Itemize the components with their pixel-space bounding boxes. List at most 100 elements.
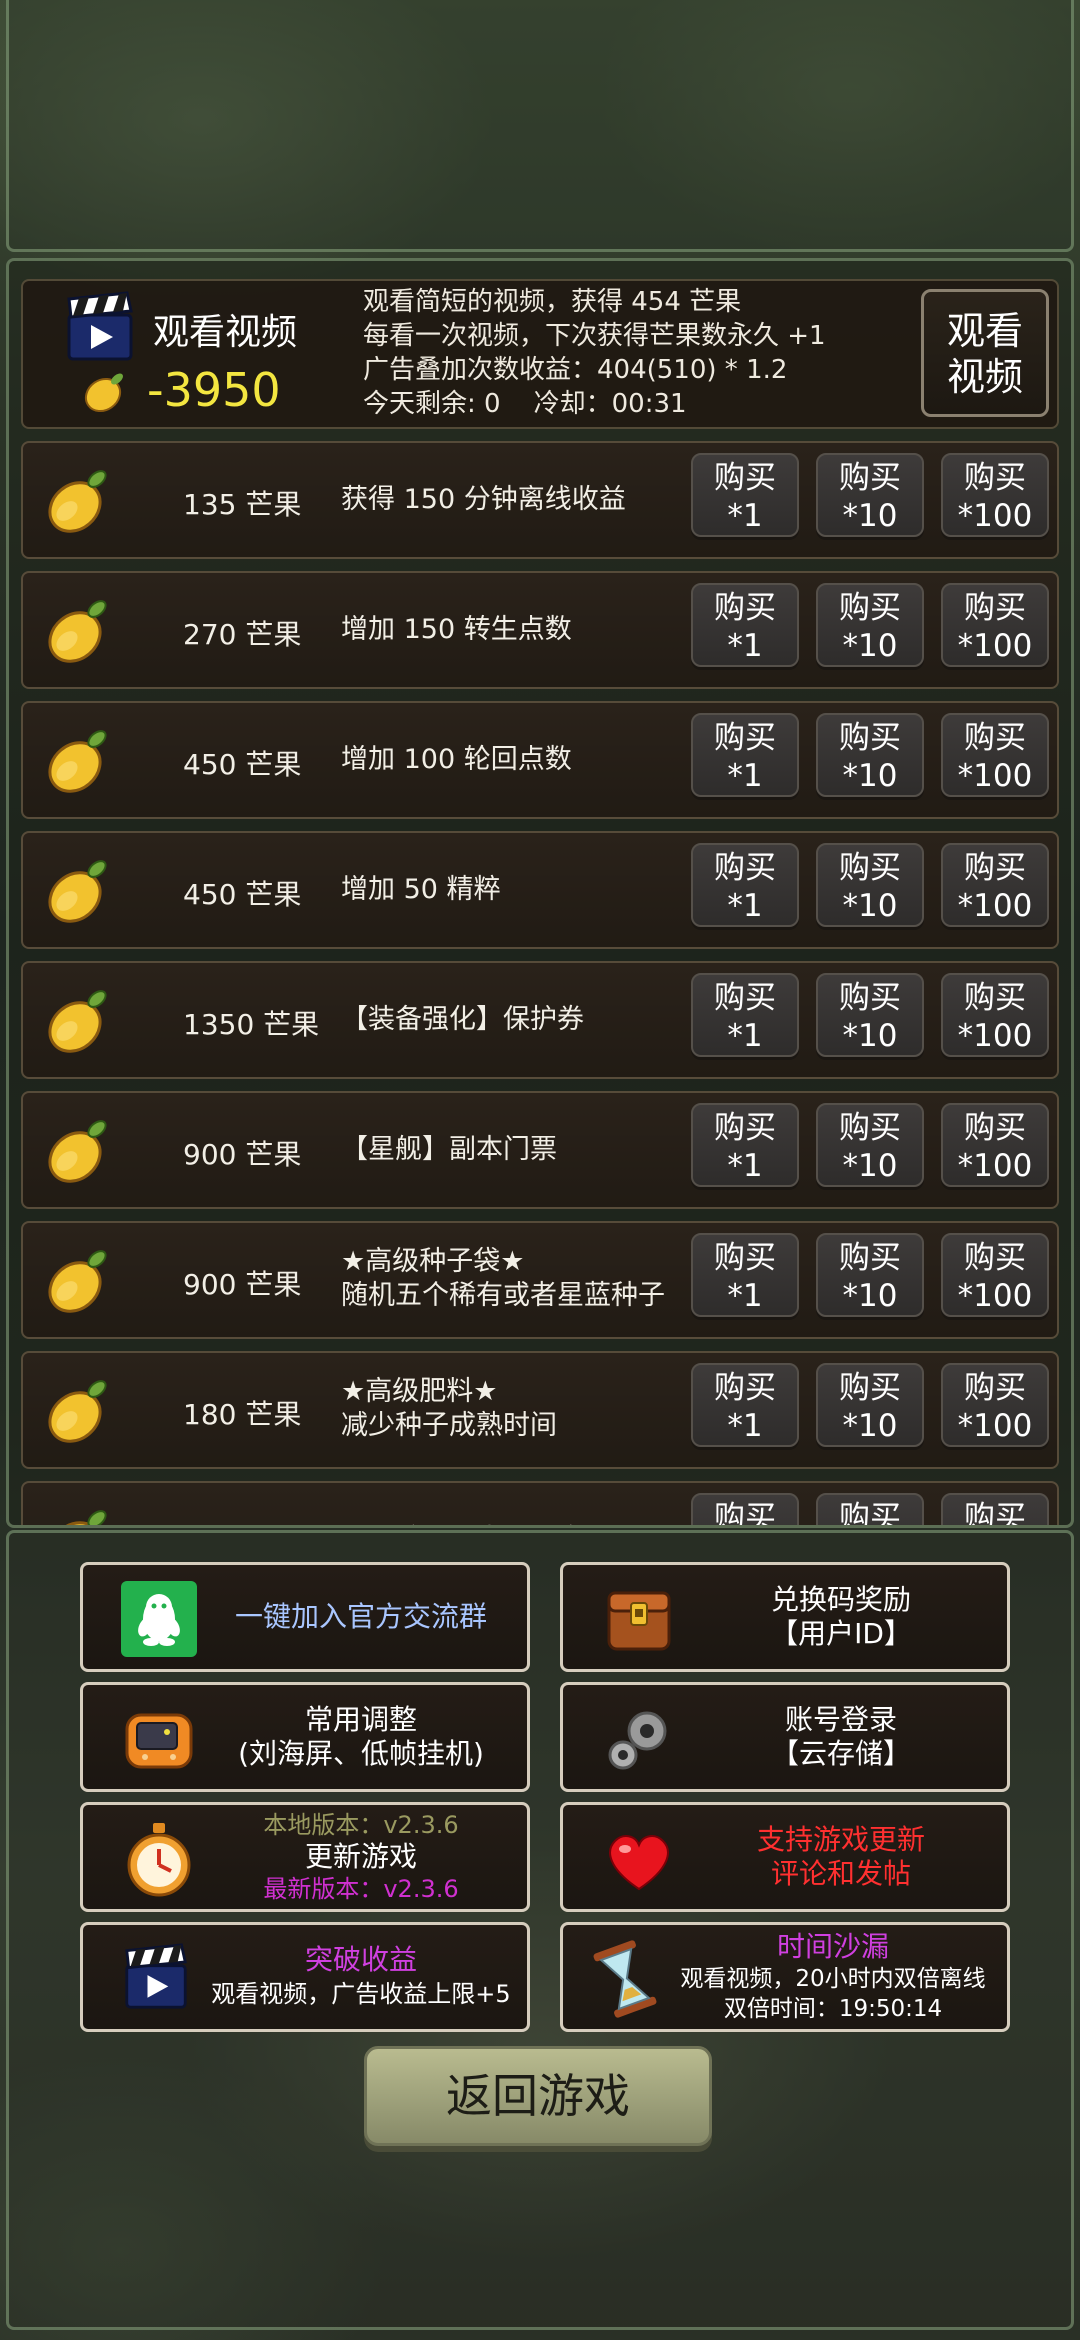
buy-label: 购买 xyxy=(714,720,776,756)
shop-item-desc-line: 随机五个稀有或者星蓝种子 xyxy=(341,1280,665,1311)
buy-quantity: *1 xyxy=(727,1018,763,1054)
buy-quantity: *1 xyxy=(727,758,763,794)
buy-x1-button[interactable]: 购买*1 xyxy=(691,1233,799,1317)
buy-x1-button[interactable]: 购买*1 xyxy=(691,1103,799,1187)
watch-video-button-line2: 视频 xyxy=(946,355,1023,399)
account-login-button[interactable]: 账号登录 【云存储】 xyxy=(560,1682,1010,1792)
breakthrough-title: 突破收益 xyxy=(304,1943,417,1976)
shop-item-desc: ★高级种子袋★ 随机五个稀有或者星蓝种子 xyxy=(341,1245,665,1313)
buy-x1-button[interactable]: 购买*1 xyxy=(691,583,799,667)
join-qq-group-text: 一键加入官方交流群 xyxy=(234,1600,487,1633)
shop-item-desc: 【经验】副本入场券 xyxy=(341,1523,584,1525)
buy-quantity: *1 xyxy=(727,888,763,924)
time-hourglass-button[interactable]: 时间沙漏 观看视频，20小时内双倍离线 双倍时间：19:50:14 xyxy=(560,1922,1010,2032)
buy-label: 购买 xyxy=(964,980,1026,1016)
buy-label: 购买 xyxy=(839,590,901,626)
buy-x10-button[interactable]: 购买*10 xyxy=(816,1103,924,1187)
buy-label: 购买 xyxy=(714,1370,776,1406)
mango-icon xyxy=(48,470,107,533)
buy-label: 购买 xyxy=(714,1240,776,1276)
buy-quantity: *10 xyxy=(842,758,898,794)
shop-item-price: 450 芒果 xyxy=(183,878,302,911)
buy-label: 购买 xyxy=(964,1110,1026,1146)
join-qq-group-button[interactable]: 一键加入官方交流群 xyxy=(80,1562,530,1672)
clapperboard-icon xyxy=(125,1943,187,2009)
buy-x100-button[interactable]: 购买*100 xyxy=(941,1493,1049,1525)
buy-label: 购买 xyxy=(714,1110,776,1146)
buy-label: 购买 xyxy=(714,980,776,1016)
shop-item-desc: 获得 150 分钟离线收益 xyxy=(341,483,626,517)
buy-x10-button[interactable]: 购买*10 xyxy=(816,843,924,927)
shop-list[interactable]: 135 芒果 获得 150 分钟离线收益 购买 *1 购买 *10 购买 *100 270 芒果… xyxy=(21,441,1059,1528)
clapperboard-icon xyxy=(67,291,133,361)
buy-x100-button[interactable]: 购买*100 xyxy=(941,713,1049,797)
shop-item-desc: 【装备强化】保护券 xyxy=(341,1003,584,1037)
buy-label: 购买 xyxy=(839,1370,901,1406)
buy-label: 购买 xyxy=(964,720,1026,756)
shop-item-desc: 增加 100 轮回点数 xyxy=(341,743,572,777)
buy-x1-button[interactable]: 购买*1 xyxy=(691,843,799,927)
buy-label: 购买 xyxy=(839,1500,901,1528)
mango-icon xyxy=(48,600,107,663)
buy-x1-button[interactable]: 购买*1 xyxy=(691,713,799,797)
shop-item-row: 180 芒果 ★高级肥料★ 减少种子成熟时间 购买 *1 购买 *10 购买 *100 xyxy=(21,1351,1059,1469)
buy-x10-button[interactable]: 购买*10 xyxy=(816,1363,924,1447)
buy-quantity: *100 xyxy=(957,1408,1033,1444)
video-title: 观看视频 xyxy=(153,312,298,353)
shop-item-row: 450 芒果 增加 50 精粹 购买 *1 购买 *10 购买 *100 xyxy=(21,831,1059,949)
buy-x100-button[interactable]: 购买*100 xyxy=(941,1233,1049,1317)
shop-item-price: 135 芒果 xyxy=(183,488,302,521)
buy-x10-button[interactable]: 购买*10 xyxy=(816,453,924,537)
buy-quantity: *100 xyxy=(957,1278,1033,1314)
mango-icon xyxy=(84,373,123,413)
shop-item-desc-line: 减少种子成熟时间 xyxy=(341,1410,557,1441)
buy-label: 购买 xyxy=(714,850,776,886)
buy-x10-button[interactable]: 购买*10 xyxy=(816,713,924,797)
buy-x100-button[interactable]: 购买*100 xyxy=(941,973,1049,1057)
support-line1: 支持游戏更新 xyxy=(756,1823,925,1856)
buy-x10-button[interactable]: 购买*10 xyxy=(816,583,924,667)
buy-label: 购买 xyxy=(839,460,901,496)
buy-x1-button[interactable]: 购买*1 xyxy=(691,453,799,537)
buy-x100-button[interactable]: 购买*100 xyxy=(941,1103,1049,1187)
buy-x100-button[interactable]: 购买*100 xyxy=(941,1363,1049,1447)
shop-item-row: 135 芒果 获得 150 分钟离线收益 购买 *1 购买 *10 购买 *100 xyxy=(21,441,1059,559)
buy-x1-button[interactable]: 购买*1 xyxy=(691,1493,799,1525)
redeem-code-button[interactable]: 兑换码奖励 【用户ID】 xyxy=(560,1562,1010,1672)
mango-icon xyxy=(48,730,107,793)
mango-icon xyxy=(48,1250,107,1313)
buy-label: 购买 xyxy=(714,590,776,626)
buy-x10-button[interactable]: 购买*10 xyxy=(816,1233,924,1317)
buy-x100-button[interactable]: 购买*100 xyxy=(941,453,1049,537)
buy-x1-button[interactable]: 购买*1 xyxy=(691,1363,799,1447)
mango-icon xyxy=(48,1510,107,1525)
update-game-button[interactable]: 本地版本：v2.3.6 更新游戏 最新版本：v2.3.6 xyxy=(80,1802,530,1912)
breakthrough-income-button[interactable]: 突破收益 观看视频，广告收益上限+5 xyxy=(80,1922,530,2032)
buy-x1-button[interactable]: 购买*1 xyxy=(691,973,799,1057)
buy-quantity: *1 xyxy=(727,1408,763,1444)
buy-x10-button[interactable]: 购买*10 xyxy=(816,1493,924,1528)
buy-label: 购买 xyxy=(964,460,1026,496)
buy-x10-button[interactable]: 购买*10 xyxy=(816,973,924,1057)
return-game-button[interactable]: 返回游戏 xyxy=(364,2046,712,2146)
latest-version: 最新版本：v2.3.6 xyxy=(263,1875,459,1903)
shop-panel[interactable]: 观看视频 -3950 观看简短的视频，获得 454 芒果 每看一次视频，下次获得… xyxy=(6,258,1074,1528)
shop-item-desc-line: 增加 50 精粹 xyxy=(341,874,501,905)
shop-item-row: 450 芒果 增加 100 轮回点数 购买 *1 购买 *10 购买 *100 xyxy=(21,701,1059,819)
shop-item-desc: 【星舰】副本门票 xyxy=(341,1133,557,1167)
update-game-label: 本地版本：v2.3.6 更新游戏 最新版本：v2.3.6 xyxy=(203,1805,519,1909)
buy-x100-button[interactable]: 购买*100 xyxy=(941,843,1049,927)
mango-count: -3950 xyxy=(147,363,281,417)
watch-video-panel: 观看视频 -3950 观看简短的视频，获得 454 芒果 每看一次视频，下次获得… xyxy=(21,279,1059,429)
shop-item-row: 270 芒果 增加 150 转生点数 购买 *1 购买 *10 购买 *100 xyxy=(21,571,1059,689)
buy-quantity: *100 xyxy=(957,628,1033,664)
settings-button[interactable]: 常用调整 (刘海屏、低帧挂机) xyxy=(80,1682,530,1792)
hourglass-desc: 观看视频，20小时内双倍离线 xyxy=(680,1966,986,1992)
watch-video-button-line1: 观看 xyxy=(946,309,1023,353)
buy-label: 购买 xyxy=(839,1110,901,1146)
watch-video-button[interactable]: 观看 视频 xyxy=(921,289,1049,417)
shop-item-desc: 增加 150 转生点数 xyxy=(341,613,572,647)
support-game-button[interactable]: 支持游戏更新 评论和发帖 xyxy=(560,1802,1010,1912)
buy-x100-button[interactable]: 购买*100 xyxy=(941,583,1049,667)
hourglass-icon xyxy=(593,1940,657,2018)
